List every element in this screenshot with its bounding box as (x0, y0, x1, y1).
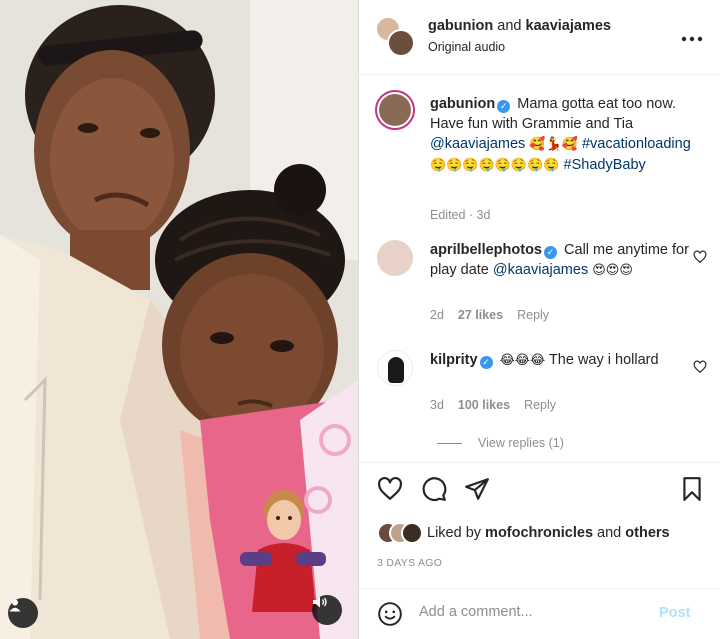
speaker-icon (313, 596, 327, 608)
comment-body: The way i hollard (548, 352, 659, 368)
reply-button[interactable]: Reply (524, 398, 556, 412)
section-divider (359, 462, 720, 463)
likes-summary[interactable]: Liked by mofochronicles and others (377, 520, 717, 546)
more-options-button[interactable] (681, 26, 703, 47)
audio-label[interactable]: Original audio (428, 40, 505, 54)
caption-emojis: 🥰💃🥰 (529, 137, 578, 152)
reply-button[interactable]: Reply (517, 308, 549, 322)
post-comment-button[interactable]: Post (659, 605, 690, 621)
more-horizontal-icon (681, 36, 703, 42)
caption-username[interactable]: gabunion (430, 96, 495, 112)
post-header: gabunion and kaaviajames Original audio (359, 0, 720, 75)
collab-avatars[interactable] (375, 16, 415, 57)
liked-by-user[interactable]: mofochronicles (485, 525, 593, 541)
post-side-panel: gabunion and kaaviajames Original audio … (359, 0, 720, 639)
save-bookmark-icon[interactable] (679, 476, 705, 502)
coauthor-username[interactable]: kaaviajames (526, 18, 611, 34)
post-date[interactable]: 3 DAYS AGO (377, 557, 442, 569)
comment-emojis: 😍😍😍 (592, 263, 633, 278)
comment-meta: 3d 100 likes Reply (430, 398, 556, 412)
comment-age: 3d (430, 398, 444, 412)
author-username[interactable]: gabunion (428, 18, 493, 34)
view-replies-line (437, 443, 462, 445)
comment-bubble-icon[interactable] (421, 476, 447, 502)
tagged-users-button[interactable] (8, 598, 38, 628)
view-replies-button[interactable]: View replies (1) (437, 436, 564, 450)
sticker-image (240, 490, 326, 612)
caption-meta: Edited · 3d (430, 208, 491, 222)
and-text: and (597, 525, 622, 541)
caption-avatar[interactable] (375, 90, 415, 130)
comment-like-heart-icon[interactable] (693, 250, 707, 264)
liked-by-text: Liked by mofochronicles and others (427, 525, 670, 541)
sticker-overlay (240, 488, 328, 612)
and-text: and (497, 18, 522, 34)
section-divider (359, 588, 720, 589)
comment-like-heart-icon[interactable] (693, 360, 707, 374)
post-media[interactable] (0, 0, 358, 639)
comment-avatar[interactable] (377, 240, 413, 276)
verified-badge-icon: ✓ (544, 246, 557, 259)
liked-by-prefix: Liked by (427, 525, 482, 541)
liker-avatars (377, 522, 427, 544)
comment-avatar[interactable] (377, 350, 413, 386)
verified-badge-icon: ✓ (479, 356, 493, 369)
action-bar (359, 470, 720, 510)
like-heart-icon[interactable] (377, 476, 403, 502)
share-paper-plane-icon[interactable] (464, 476, 490, 502)
audio-toggle-button[interactable] (312, 595, 342, 625)
hashtag-link[interactable]: #ShadyBaby (564, 157, 646, 173)
comment-age: 2d (430, 308, 444, 322)
view-replies-label: View replies (1) (478, 436, 564, 450)
add-comment-bar: Post (359, 590, 720, 639)
comments-list[interactable]: gabunion ✓ Mama gotta eat too now. Have f… (359, 76, 720, 460)
emoji-smiley-icon[interactable] (377, 601, 403, 627)
comment-meta: 2d 27 likes Reply (430, 308, 549, 322)
comment-input[interactable] (419, 604, 639, 620)
mention-link[interactable]: @kaaviajames (493, 262, 588, 278)
mention-link[interactable]: @kaaviajames (430, 136, 525, 152)
post-authors: gabunion and kaaviajames (428, 18, 611, 34)
hashtag-link[interactable]: #vacationloading (582, 136, 691, 152)
comment-emojis: 😂😂😂 (499, 353, 546, 368)
comment-likes[interactable]: 27 likes (458, 308, 503, 322)
avatar (401, 522, 423, 544)
comment-username[interactable]: kilprity (430, 352, 478, 368)
comment-username[interactable]: aprilbellephotos (430, 242, 542, 258)
caption-emojis: 🤤🤤🤤🤤🤤🤤🤤🤤 (430, 158, 560, 173)
comment-likes[interactable]: 100 likes (458, 398, 510, 412)
user-icon (9, 599, 21, 612)
avatar (387, 29, 415, 57)
liked-by-others[interactable]: others (625, 525, 669, 541)
caption-text: gabunion ✓ Mama gotta eat too now. Have f… (430, 94, 694, 176)
comment-text: aprilbellephotos ✓ Call me anytime for pl… (430, 240, 694, 281)
verified-badge-icon: ✓ (497, 100, 511, 113)
comment-text: kilprity ✓ 😂😂😂 The way i hollard (430, 350, 694, 371)
